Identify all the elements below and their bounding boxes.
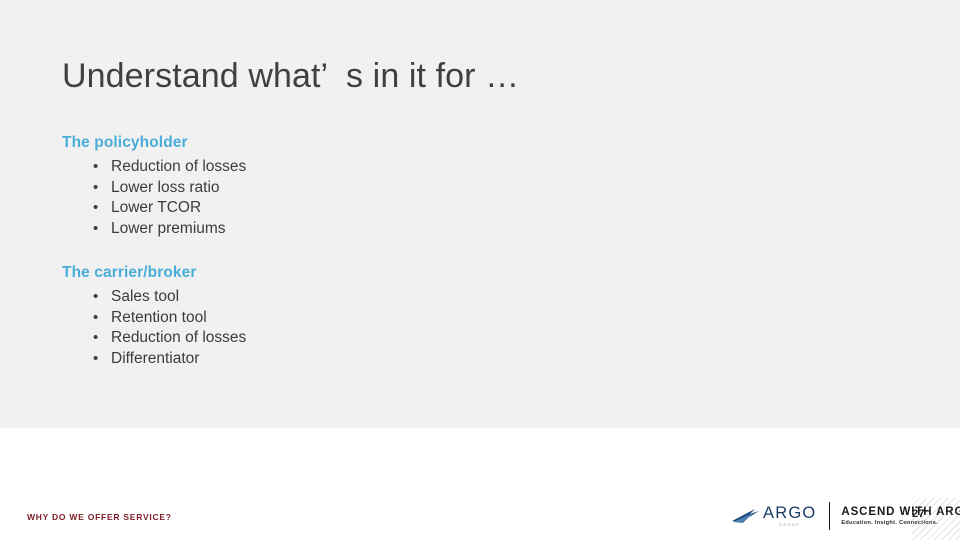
argo-wordmark: ARGO <box>763 503 817 522</box>
argo-wordmark-subtext: GROUP <box>779 522 801 527</box>
list-item: • Lower premiums <box>62 219 246 240</box>
list-item-label: Reduction of losses <box>111 158 247 175</box>
ascend-program-block: ASCEND WITH ARGO Education. Insight. Con… <box>841 505 960 528</box>
list-item-label: Differentiator <box>111 349 200 367</box>
slide-footer: WHY DO WE OFFER SERVICE? ARGO GROUP ASCE… <box>0 428 960 540</box>
argo-logo: ARGO GROUP <box>731 501 816 531</box>
presentation-slide: Understand what’ s in it for … The polic… <box>0 0 960 540</box>
list-item: • Sales tool <box>62 287 246 308</box>
slide-content-panel: Understand what’ s in it for … The polic… <box>0 0 960 428</box>
bullet-list-carrier-broker: • Sales tool • Retention tool • Reductio… <box>62 287 246 369</box>
list-item-label: Reduction of losses <box>111 329 247 346</box>
bullet-icon: • <box>93 308 99 326</box>
bullet-icon: • <box>93 288 99 305</box>
list-item-label: Lower TCOR <box>111 199 202 216</box>
footer-section-label: WHY DO WE OFFER SERVICE? <box>27 512 172 522</box>
bullet-list-policyholder: • Reduction of losses • Lower loss ratio… <box>62 157 246 239</box>
list-item-label: Lower loss ratio <box>111 178 220 196</box>
list-item: • Lower loss ratio <box>62 178 246 199</box>
bullet-icon: • <box>93 219 99 237</box>
brand-divider <box>829 502 831 530</box>
list-item: • Differentiator <box>62 349 246 370</box>
bullet-icon: • <box>93 199 99 216</box>
list-item: • Reduction of losses <box>62 157 246 178</box>
list-item-label: Lower premiums <box>111 219 226 237</box>
ascend-program-tagline: Education. Insight. Connections. <box>841 519 939 526</box>
list-item: • Reduction of losses <box>62 328 246 349</box>
list-item: • Retention tool <box>62 308 246 329</box>
list-item: • Lower TCOR <box>62 198 246 219</box>
section-policyholder: The policyholder • Reduction of losses •… <box>62 133 246 239</box>
bullet-icon: • <box>93 329 99 346</box>
bullet-icon: • <box>93 349 99 367</box>
bullet-icon: • <box>93 178 99 196</box>
section-carrier-broker: The carrier/broker • Sales tool • Retent… <box>62 263 246 369</box>
list-item-label: Retention tool <box>111 308 207 326</box>
page-title: Understand what’ s in it for … <box>62 57 520 95</box>
list-item-label: Sales tool <box>111 288 180 305</box>
bullet-icon: • <box>93 158 99 175</box>
brand-lockup: ARGO GROUP ASCEND WITH ARGO Education. I… <box>731 500 960 532</box>
argo-swoosh-icon <box>732 509 759 523</box>
page-number: 27 <box>912 508 925 520</box>
argo-wordmark-lockup: ARGO GROUP <box>763 503 817 528</box>
ascend-program-title: ASCEND WITH ARGO <box>841 505 960 518</box>
section-heading-carrier-broker: The carrier/broker <box>62 264 197 281</box>
section-heading-policyholder: The policyholder <box>62 134 188 151</box>
